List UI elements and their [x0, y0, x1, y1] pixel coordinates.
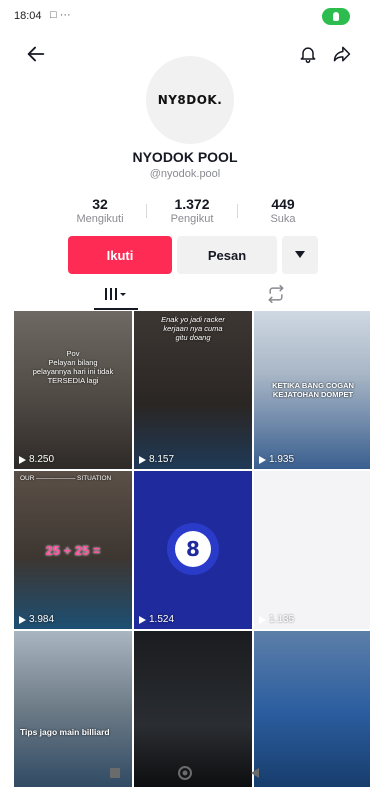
play-icon: [259, 455, 266, 464]
view-count-value: 8.157: [149, 454, 175, 465]
followers-count: 1.372: [174, 196, 210, 212]
video-tile[interactable]: Pov Pelayan bilang pelayannya hari ini t…: [14, 311, 132, 469]
system-back-button[interactable]: [243, 761, 267, 785]
video-caption: Enak yo jadi racker kerjaan nya cuma git…: [161, 315, 225, 342]
status-time: 18:04: [14, 10, 42, 22]
circle-icon: [178, 765, 192, 780]
notification-button[interactable]: [294, 40, 322, 68]
avatar[interactable]: NY8DOK.: [146, 56, 234, 144]
eight-ball-icon: 8: [167, 523, 219, 575]
view-count-value: 8.250: [29, 454, 55, 465]
share-icon: [333, 46, 351, 62]
view-count: 8.250: [19, 454, 54, 465]
view-count: 1.935: [259, 454, 294, 465]
content-tabs: [0, 278, 370, 310]
play-icon: [139, 615, 146, 624]
message-button[interactable]: Pesan: [177, 236, 277, 274]
profile-stats: 32 Mengikuti 1.372 Pengikut 449 Suka: [0, 196, 370, 232]
play-icon: [19, 615, 26, 624]
video-overlay-text: 25 + 25 =: [45, 543, 101, 558]
video-caption: OUR —————— SITUATION: [20, 475, 112, 482]
system-navigation-bar: [0, 758, 370, 787]
square-icon: [110, 767, 120, 778]
following-stat[interactable]: 32 Mengikuti: [55, 196, 145, 225]
likes-stat[interactable]: 449 Suka: [238, 196, 328, 225]
username-handle: @nyodok.pool: [149, 168, 221, 180]
profile-actions: Ikuti Pesan: [0, 236, 370, 274]
more-options-button[interactable]: [282, 236, 318, 274]
view-count: 8.157: [139, 454, 174, 465]
video-tile[interactable]: Enak yo jadi racker kerjaan nya cuma git…: [134, 311, 252, 469]
triangle-back-icon: [251, 767, 259, 778]
tab-reposts[interactable]: [246, 278, 306, 310]
follow-button[interactable]: Ikuti: [68, 236, 172, 274]
repost-icon: [268, 284, 284, 304]
video-caption: Pov Pelayan bilang pelayannya hari ini t…: [32, 349, 114, 385]
video-tile[interactable]: OUR —————— SITUATION 25 + 25 = 3.984: [14, 471, 132, 629]
video-tile[interactable]: KETIKA BANG COGAN KEJATOHAN DOMPET 1.935: [254, 311, 370, 469]
following-label: Mengikuti: [76, 213, 124, 225]
followers-label: Pengikut: [170, 213, 214, 225]
likes-count: 449: [271, 196, 295, 212]
grid-icon: [105, 288, 126, 300]
view-count-value: 1.524: [149, 614, 175, 625]
view-count: 3.984: [19, 614, 54, 625]
status-indicators: □ ···: [50, 9, 71, 21]
avatar-logo: NY8DOK.: [157, 93, 223, 107]
view-count: 1.135: [259, 614, 294, 625]
video-caption: Tips jago main billiard: [20, 727, 110, 737]
play-icon: [139, 455, 146, 464]
view-count-value: 3.984: [29, 614, 55, 625]
share-button[interactable]: [328, 40, 356, 68]
display-name: NYODOK POOL: [132, 149, 238, 165]
play-icon: [19, 455, 26, 464]
arrow-left-icon: [27, 46, 45, 62]
tab-videos[interactable]: [86, 278, 146, 310]
following-count: 32: [92, 196, 108, 212]
play-icon: [259, 615, 266, 624]
status-bar: 18:04 □ ···: [0, 0, 370, 34]
recents-button[interactable]: [103, 761, 127, 785]
view-count: 1.524: [139, 614, 174, 625]
likes-label: Suka: [270, 213, 296, 225]
view-count-value: 1.135: [269, 614, 295, 625]
bell-icon: [300, 47, 316, 64]
followers-stat[interactable]: 1.372 Pengikut: [147, 196, 237, 225]
caret-down-icon: [295, 251, 305, 258]
video-tile[interactable]: 8 1.524: [134, 471, 252, 629]
view-count-value: 1.935: [269, 454, 295, 465]
home-button[interactable]: [173, 761, 197, 785]
video-tile[interactable]: 1.135: [254, 471, 370, 629]
microphone-indicator-icon: [322, 8, 350, 25]
video-caption: KETIKA BANG COGAN KEJATOHAN DOMPET: [272, 381, 354, 399]
back-button[interactable]: [22, 40, 50, 68]
